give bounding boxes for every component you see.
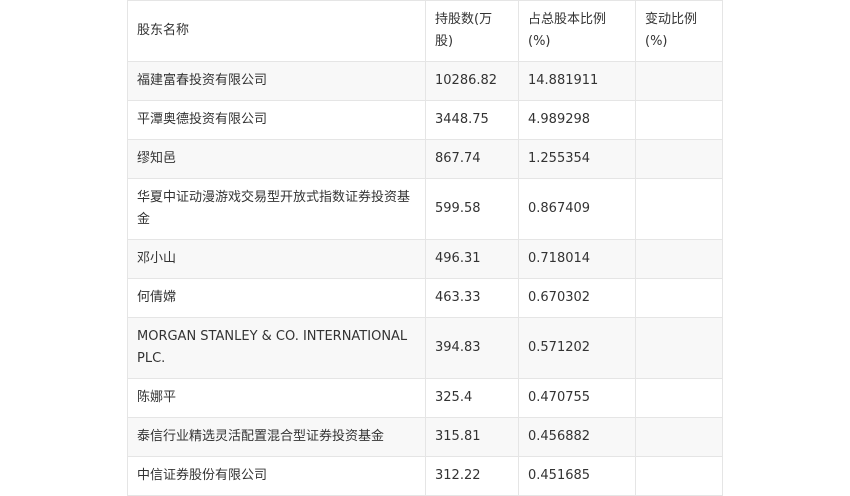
header-shareholder-name: 股东名称 xyxy=(127,0,426,62)
cell-change-ratio xyxy=(635,239,723,279)
cell-share-ratio: 0.867409 xyxy=(518,178,636,240)
cell-change-ratio xyxy=(635,100,723,140)
cell-change-ratio xyxy=(635,417,723,457)
table-row: 华夏中证动漫游戏交易型开放式指数证券投资基金 599.58 0.867409 xyxy=(127,178,723,240)
cell-share-ratio: 1.255354 xyxy=(518,139,636,179)
cell-shares-held: 312.22 xyxy=(425,456,519,496)
cell-shareholder-name: 何倩嫦 xyxy=(127,278,426,318)
cell-share-ratio: 0.670302 xyxy=(518,278,636,318)
header-change-ratio: 变动比例(%) xyxy=(635,0,723,62)
cell-change-ratio xyxy=(635,139,723,179)
cell-change-ratio xyxy=(635,178,723,240)
cell-share-ratio: 0.571202 xyxy=(518,317,636,379)
cell-shareholder-name: 华夏中证动漫游戏交易型开放式指数证券投资基金 xyxy=(127,178,426,240)
cell-change-ratio xyxy=(635,278,723,318)
cell-shares-held: 496.31 xyxy=(425,239,519,279)
cell-change-ratio xyxy=(635,61,723,101)
table-row: MORGAN STANLEY & CO. INTERNATIONAL PLC. … xyxy=(127,317,723,379)
cell-share-ratio: 14.881911 xyxy=(518,61,636,101)
table-row: 缪知邑 867.74 1.255354 xyxy=(127,139,723,179)
cell-change-ratio xyxy=(635,456,723,496)
cell-share-ratio: 0.456882 xyxy=(518,417,636,457)
cell-shareholder-name: MORGAN STANLEY & CO. INTERNATIONAL PLC. xyxy=(127,317,426,379)
cell-shareholder-name: 邓小山 xyxy=(127,239,426,279)
cell-shares-held: 867.74 xyxy=(425,139,519,179)
cell-shareholder-name: 平潭奥德投资有限公司 xyxy=(127,100,426,140)
table-row: 何倩嫦 463.33 0.670302 xyxy=(127,278,723,318)
cell-share-ratio: 0.470755 xyxy=(518,378,636,418)
table-row: 泰信行业精选灵活配置混合型证券投资基金 315.81 0.456882 xyxy=(127,417,723,457)
shareholder-table: 股东名称 持股数(万股) 占总股本比例(%) 变动比例(%) 福建富春投资有限公… xyxy=(127,0,723,496)
cell-shares-held: 463.33 xyxy=(425,278,519,318)
cell-change-ratio xyxy=(635,317,723,379)
cell-shares-held: 10286.82 xyxy=(425,61,519,101)
cell-shares-held: 315.81 xyxy=(425,417,519,457)
table-row: 邓小山 496.31 0.718014 xyxy=(127,239,723,279)
cell-share-ratio: 0.451685 xyxy=(518,456,636,496)
table-row: 平潭奥德投资有限公司 3448.75 4.989298 xyxy=(127,100,723,140)
table-row: 中信证券股份有限公司 312.22 0.451685 xyxy=(127,456,723,496)
cell-shareholder-name: 泰信行业精选灵活配置混合型证券投资基金 xyxy=(127,417,426,457)
cell-shareholder-name: 福建富春投资有限公司 xyxy=(127,61,426,101)
table-header-row: 股东名称 持股数(万股) 占总股本比例(%) 变动比例(%) xyxy=(127,0,723,62)
cell-shares-held: 599.58 xyxy=(425,178,519,240)
cell-share-ratio: 0.718014 xyxy=(518,239,636,279)
cell-shares-held: 394.83 xyxy=(425,317,519,379)
shareholder-table-container: 股东名称 持股数(万股) 占总股本比例(%) 变动比例(%) 福建富春投资有限公… xyxy=(127,0,723,496)
cell-shareholder-name: 缪知邑 xyxy=(127,139,426,179)
cell-shares-held: 3448.75 xyxy=(425,100,519,140)
header-share-ratio: 占总股本比例(%) xyxy=(518,0,636,62)
cell-change-ratio xyxy=(635,378,723,418)
cell-shareholder-name: 中信证券股份有限公司 xyxy=(127,456,426,496)
table-row: 福建富春投资有限公司 10286.82 14.881911 xyxy=(127,61,723,101)
table-row: 陈娜平 325.4 0.470755 xyxy=(127,378,723,418)
header-shares-held: 持股数(万股) xyxy=(425,0,519,62)
cell-shareholder-name: 陈娜平 xyxy=(127,378,426,418)
cell-share-ratio: 4.989298 xyxy=(518,100,636,140)
cell-shares-held: 325.4 xyxy=(425,378,519,418)
